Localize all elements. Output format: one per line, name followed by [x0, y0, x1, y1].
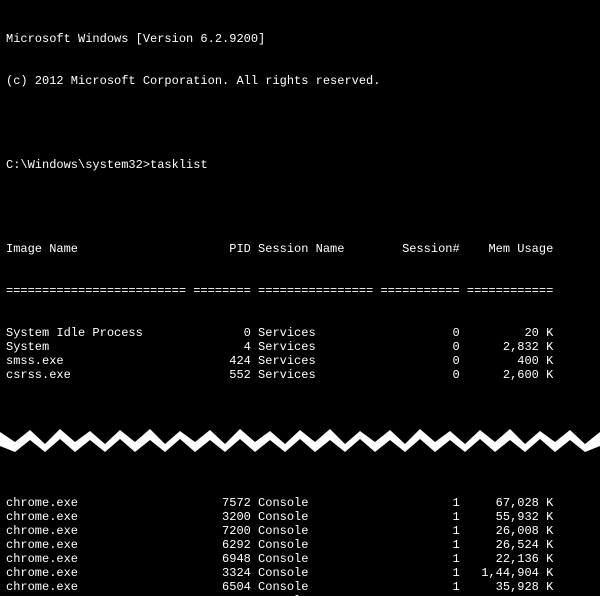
tasklist-row: chrome.exe 6948 Console 1 22,136 K [6, 552, 594, 566]
tasklist-row: System 4 Services 0 2,832 K [6, 340, 594, 354]
tasklist-row: chrome.exe 6504 Console 1 35,928 K [6, 580, 594, 594]
tasklist-row: chrome.exe 6292 Console 1 26,524 K [6, 538, 594, 552]
prompt-line-tasklist: C:\Windows\system32>tasklist [6, 158, 594, 172]
tasklist-header: Image Name PID Session Name Session# Mem… [6, 242, 594, 256]
prompt: C:\Windows\system32> [6, 158, 150, 172]
tasklist-row: chrome.exe 7572 Console 1 67,028 K [6, 496, 594, 510]
blank-line [6, 116, 594, 130]
tasklist-row: csrss.exe 552 Services 0 2,600 K [6, 368, 594, 382]
banner-line-1: Microsoft Windows [Version 6.2.9200] [6, 32, 594, 46]
tasklist-row: chrome.exe 3324 Console 1 1,44,904 K [6, 566, 594, 580]
tasklist-row: System Idle Process 0 Services 0 20 K [6, 326, 594, 340]
tasklist-row: chrome.exe 7200 Console 1 26,008 K [6, 524, 594, 538]
tasklist-row: smss.exe 424 Services 0 400 K [6, 354, 594, 368]
tasklist-rows-top: System Idle Process 0 Services 0 20 KSys… [6, 326, 594, 382]
tear-divider [0, 424, 600, 454]
blank-line [6, 200, 594, 214]
tasklist-row: chrome.exe 3200 Console 1 55,932 K [6, 510, 594, 524]
command-tasklist: tasklist [150, 158, 208, 172]
tasklist-separator: ========================= ======== =====… [6, 284, 594, 298]
tasklist-rows-bottom: chrome.exe 7572 Console 1 67,028 Kchrome… [6, 496, 594, 596]
terminal[interactable]: Microsoft Windows [Version 6.2.9200] (c)… [0, 0, 600, 596]
banner-line-2: (c) 2012 Microsoft Corporation. All righ… [6, 74, 594, 88]
